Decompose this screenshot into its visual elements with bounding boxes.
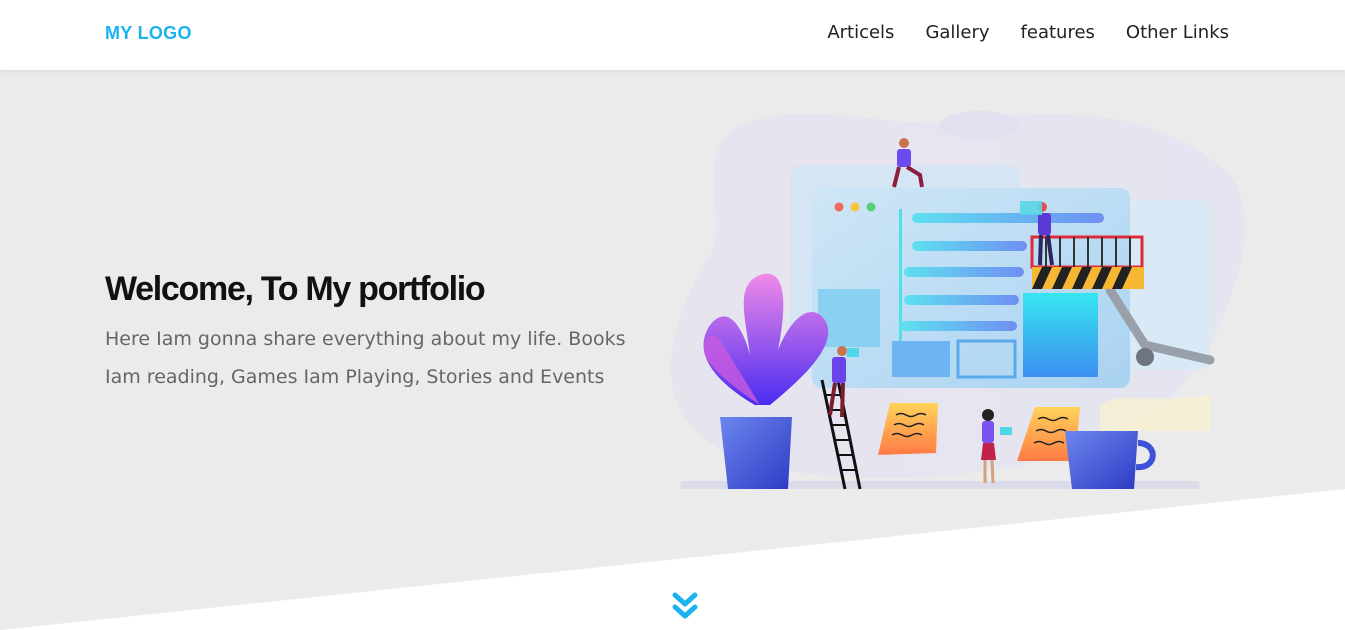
double-chevron-down-icon[interactable]	[672, 592, 698, 622]
nav-link-features[interactable]: features	[1021, 22, 1095, 44]
nav-link-articels[interactable]: Articels	[827, 22, 894, 44]
nav-link-other-links[interactable]: Other Links	[1126, 22, 1229, 44]
hero-title: Welcome, To My portfolio	[105, 270, 486, 308]
logo[interactable]: MY LOGO	[105, 23, 192, 44]
hero-illustration	[670, 111, 1245, 490]
navbar: MY LOGO Articels Gallery features Other …	[0, 0, 1345, 70]
nav-link-gallery[interactable]: Gallery	[925, 22, 989, 44]
nav-links: Articels Gallery features Other Links	[796, 22, 1229, 44]
hero-description: Here Iam gonna share everything about my…	[105, 328, 626, 388]
